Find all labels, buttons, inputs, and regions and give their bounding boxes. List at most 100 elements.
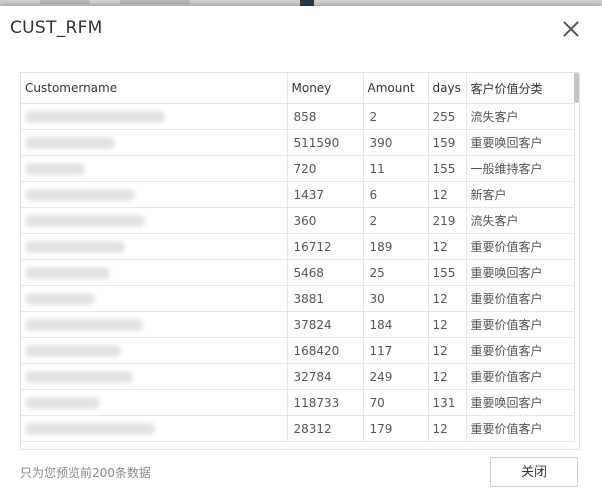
amount-cell: 179 bbox=[363, 415, 429, 442]
category-cell: 流失客户 bbox=[466, 207, 575, 234]
customername-cell bbox=[21, 311, 288, 338]
table-header-row: Customername Money Amount days 客户价值分类 bbox=[21, 73, 575, 104]
money-cell: 5468 bbox=[287, 259, 364, 286]
money-cell: 118733 bbox=[287, 389, 364, 416]
category-cell: 重要价值客户 bbox=[466, 415, 575, 442]
table-row: 511590 390 159 重要唤回客户 bbox=[21, 129, 575, 156]
category-cell: 重要价值客户 bbox=[466, 363, 575, 390]
table-row: 168420 117 12 重要价值客户 bbox=[21, 337, 575, 364]
amount-cell: 30 bbox=[363, 285, 429, 312]
category-cell: 一般维持客户 bbox=[466, 155, 575, 182]
data-table-container[interactable]: Customername Money Amount days 客户价值分类 85… bbox=[20, 72, 580, 450]
redacted-name bbox=[25, 371, 133, 383]
category-cell: 重要唤回客户 bbox=[466, 259, 575, 286]
table-row: 720 11 155 一般维持客户 bbox=[21, 155, 575, 182]
redacted-name bbox=[25, 163, 85, 175]
amount-cell: 2 bbox=[363, 103, 429, 130]
close-icon[interactable] bbox=[560, 18, 582, 40]
redacted-name bbox=[25, 319, 143, 331]
table-row: 3881 30 12 重要价值客户 bbox=[21, 285, 575, 312]
amount-cell: 11 bbox=[363, 155, 429, 182]
customername-cell bbox=[21, 337, 288, 364]
days-cell: 255 bbox=[428, 103, 467, 130]
category-cell: 流失客户 bbox=[466, 103, 575, 130]
category-cell: 重要唤回客户 bbox=[466, 129, 575, 156]
background-blur bbox=[40, 0, 90, 4]
customername-cell bbox=[21, 207, 288, 234]
vertical-scrollbar[interactable] bbox=[574, 73, 579, 103]
dialog-title: CUST_RFM bbox=[10, 18, 103, 38]
days-cell: 131 bbox=[428, 389, 467, 416]
redacted-name bbox=[25, 111, 165, 123]
redacted-name bbox=[25, 189, 135, 201]
table-row: 28312 179 12 重要价值客户 bbox=[21, 415, 575, 442]
category-cell: 重要价值客户 bbox=[466, 337, 575, 364]
table-row: 118733 70 131 重要唤回客户 bbox=[21, 389, 575, 416]
customername-cell bbox=[21, 259, 288, 286]
category-cell: 新客户 bbox=[466, 181, 575, 208]
days-cell: 12 bbox=[428, 337, 467, 364]
money-cell: 168420 bbox=[287, 337, 364, 364]
days-cell: 12 bbox=[428, 311, 467, 338]
days-cell: 155 bbox=[428, 155, 467, 182]
money-cell: 37824 bbox=[287, 311, 364, 338]
days-cell: 12 bbox=[428, 363, 467, 390]
customername-cell bbox=[21, 389, 288, 416]
category-cell: 重要价值客户 bbox=[466, 311, 575, 338]
amount-cell: 6 bbox=[363, 181, 429, 208]
money-cell: 858 bbox=[287, 103, 364, 130]
days-cell: 12 bbox=[428, 415, 467, 442]
table-row: 37824 184 12 重要价值客户 bbox=[21, 311, 575, 338]
amount-cell: 390 bbox=[363, 129, 429, 156]
data-table: Customername Money Amount days 客户价值分类 85… bbox=[21, 73, 575, 442]
col-header-customername[interactable]: Customername bbox=[21, 73, 288, 104]
amount-cell: 117 bbox=[363, 337, 429, 364]
col-header-amount[interactable]: Amount bbox=[363, 73, 429, 104]
table-row: 32784 249 12 重要价值客户 bbox=[21, 363, 575, 390]
days-cell: 12 bbox=[428, 233, 467, 260]
customername-cell bbox=[21, 363, 288, 390]
category-cell: 重要价值客户 bbox=[466, 285, 575, 312]
customername-cell bbox=[21, 155, 288, 182]
amount-cell: 189 bbox=[363, 233, 429, 260]
category-cell: 重要价值客户 bbox=[466, 233, 575, 260]
redacted-name bbox=[25, 397, 100, 409]
redacted-name bbox=[25, 293, 95, 305]
redacted-name bbox=[25, 345, 121, 357]
customername-cell bbox=[21, 103, 288, 130]
redacted-name bbox=[25, 137, 115, 149]
background-blur bbox=[120, 0, 190, 4]
days-cell: 219 bbox=[428, 207, 467, 234]
money-cell: 360 bbox=[287, 207, 364, 234]
redacted-name bbox=[25, 267, 110, 279]
customername-cell bbox=[21, 129, 288, 156]
customername-cell bbox=[21, 415, 288, 442]
customername-cell bbox=[21, 285, 288, 312]
redacted-name bbox=[25, 215, 145, 227]
money-cell: 511590 bbox=[287, 129, 364, 156]
close-button[interactable]: 关闭 bbox=[490, 457, 578, 487]
col-header-days[interactable]: days bbox=[428, 73, 467, 104]
amount-cell: 70 bbox=[363, 389, 429, 416]
table-row: 5468 25 155 重要唤回客户 bbox=[21, 259, 575, 286]
money-cell: 28312 bbox=[287, 415, 364, 442]
redacted-name bbox=[25, 241, 125, 253]
customername-cell bbox=[21, 233, 288, 260]
days-cell: 12 bbox=[428, 181, 467, 208]
money-cell: 16712 bbox=[287, 233, 364, 260]
days-cell: 155 bbox=[428, 259, 467, 286]
col-header-money[interactable]: Money bbox=[287, 73, 364, 104]
col-header-category[interactable]: 客户价值分类 bbox=[466, 73, 575, 104]
customername-cell bbox=[21, 181, 288, 208]
amount-cell: 25 bbox=[363, 259, 429, 286]
amount-cell: 184 bbox=[363, 311, 429, 338]
table-row: 1437 6 12 新客户 bbox=[21, 181, 575, 208]
table-row: 858 2 255 流失客户 bbox=[21, 103, 575, 130]
preview-dialog: CUST_RFM Customername Money Amount days … bbox=[0, 6, 602, 502]
category-cell: 重要唤回客户 bbox=[466, 389, 575, 416]
money-cell: 1437 bbox=[287, 181, 364, 208]
redacted-name bbox=[25, 423, 155, 435]
money-cell: 3881 bbox=[287, 285, 364, 312]
preview-limit-note: 只为您预览前200条数据 bbox=[20, 466, 151, 480]
table-row: 360 2 219 流失客户 bbox=[21, 207, 575, 234]
